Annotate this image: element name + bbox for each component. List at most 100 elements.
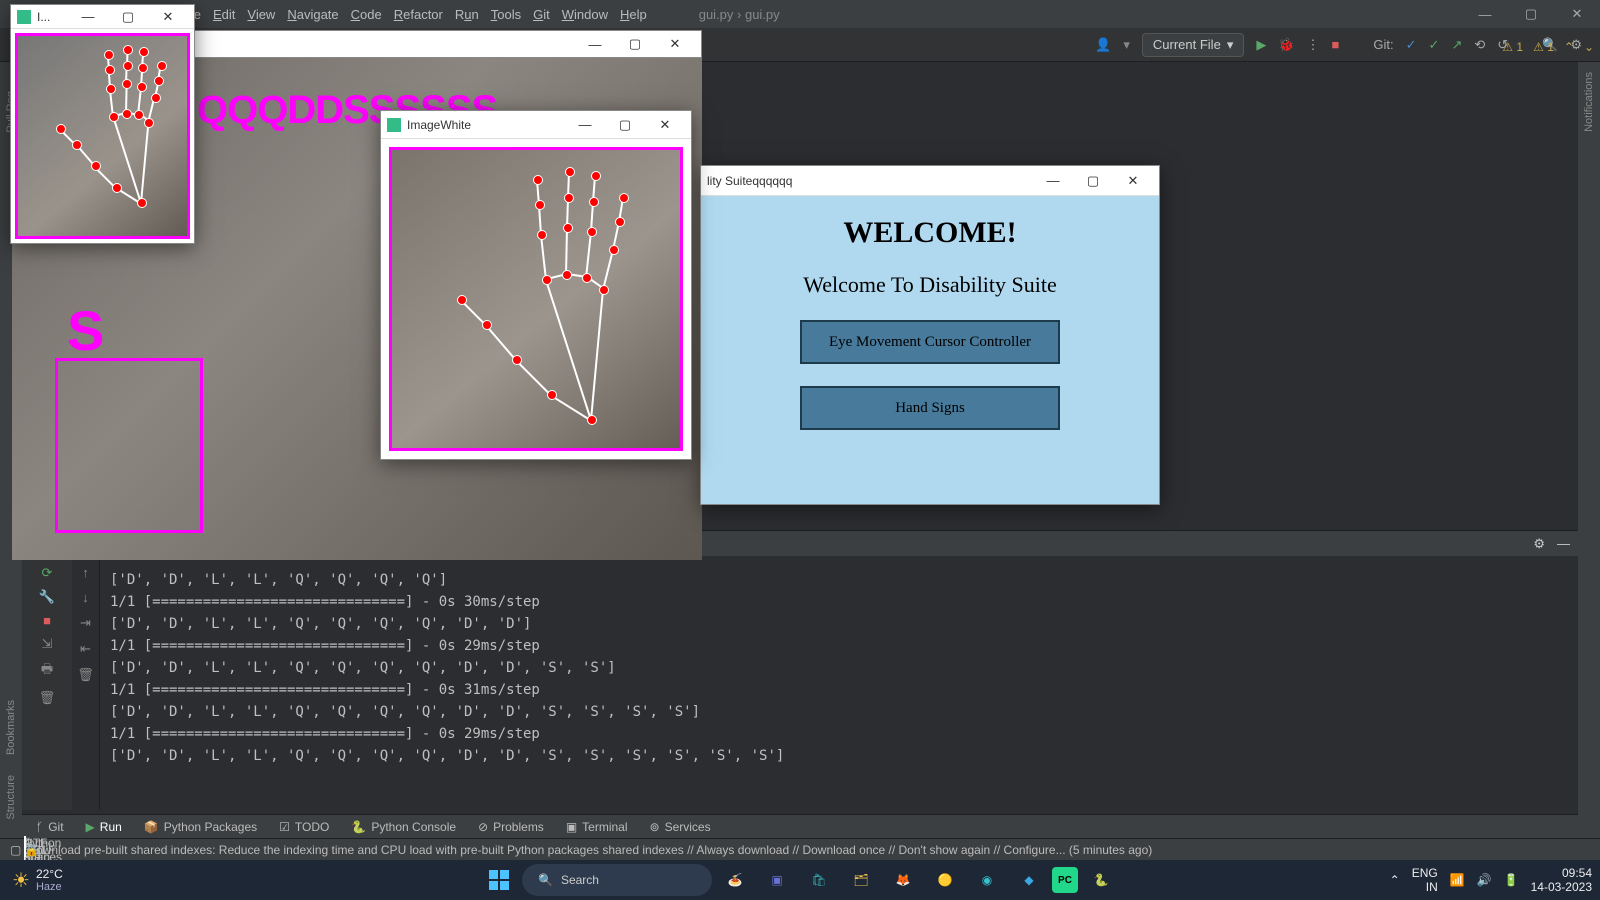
git-history-icon[interactable]: ⟲ bbox=[1474, 37, 1485, 53]
ide-max-button[interactable]: ▢ bbox=[1508, 0, 1554, 28]
tray-chevron-icon[interactable]: ⌃ bbox=[1390, 873, 1400, 887]
taskbar-app-chrome[interactable]: 🟡 bbox=[926, 861, 964, 899]
wrap-icon[interactable]: ⇥ bbox=[80, 615, 91, 631]
cvwh-image bbox=[389, 147, 683, 451]
tk-welcome-heading: WELCOME! bbox=[843, 216, 1016, 250]
scroll-icon[interactable]: ⇤ bbox=[80, 641, 91, 657]
bottom-tool-tabs: ᚶGit ▶Run 📦Python Packages ☑TODO 🐍Python Con… bbox=[22, 814, 1578, 838]
tk-max[interactable]: ▢ bbox=[1073, 173, 1113, 189]
notifications-sidebar[interactable]: Notifications bbox=[1578, 62, 1600, 142]
taskbar-app-1[interactable]: 🍝 bbox=[716, 861, 754, 899]
tooltab-git[interactable]: ᚶGit bbox=[36, 820, 64, 834]
taskbar-app-pycharm[interactable]: PC bbox=[1052, 867, 1078, 893]
git-update-icon[interactable]: ✓ bbox=[1429, 37, 1440, 53]
menu-tools[interactable]: Tools bbox=[491, 7, 521, 22]
rerun-icon[interactable]: ⟳ bbox=[42, 565, 53, 581]
taskbar-app-edge[interactable]: ◉ bbox=[968, 861, 1006, 899]
wrench-icon[interactable]: 🔧 bbox=[39, 589, 55, 605]
down-icon[interactable]: ↓ bbox=[82, 590, 89, 605]
run-button-icon[interactable]: ▶ bbox=[1256, 37, 1266, 53]
clear-icon[interactable]: 🗑 bbox=[77, 667, 94, 683]
cvsm-image bbox=[15, 33, 190, 239]
cvwh-max[interactable]: ▢ bbox=[605, 117, 645, 133]
tk-app-window[interactable]: lity Suiteqqqqqq — ▢ ✕ WELCOME! Welcome … bbox=[700, 165, 1160, 505]
menu-window[interactable]: Window bbox=[562, 7, 608, 22]
cvwh-close[interactable]: ✕ bbox=[645, 117, 685, 133]
console-output[interactable]: ['D', 'D', 'L', 'L', 'Q', 'Q', 'Q', 'Q']… bbox=[100, 531, 1578, 810]
tray-clock[interactable]: 09:54 14-03-2023 bbox=[1531, 866, 1592, 894]
run-gutter-secondary: ↑ ↓ ⇥ ⇤ 🗑 bbox=[72, 531, 100, 810]
trash-icon[interactable]: 🗑 bbox=[39, 690, 56, 706]
run-config-selector[interactable]: Current File▾ bbox=[1142, 33, 1244, 57]
chevron-up-icon[interactable]: ⌃ bbox=[1564, 40, 1574, 54]
taskbar-app-firefox[interactable]: 🦊 bbox=[884, 861, 922, 899]
search-placeholder: Search bbox=[561, 873, 599, 887]
tooltab-todo[interactable]: ☑TODO bbox=[279, 820, 329, 834]
volume-icon[interactable]: 🔊 bbox=[1477, 873, 1492, 887]
tooltab-problems[interactable]: ⊘Problems bbox=[478, 820, 544, 834]
wifi-icon[interactable]: 📶 bbox=[1450, 873, 1465, 887]
menu-git[interactable]: Git bbox=[533, 7, 550, 22]
weather-cond: Haze bbox=[36, 881, 63, 893]
menu-code[interactable]: Code bbox=[351, 7, 382, 22]
chevron-down-icon[interactable]: ⌄ bbox=[1584, 40, 1594, 54]
tray-lang1[interactable]: ENG bbox=[1412, 866, 1438, 880]
opencv-crop-window[interactable]: I... — ▢ ✕ bbox=[10, 4, 195, 244]
print-icon[interactable]: 🖶 bbox=[41, 660, 53, 682]
menu-view[interactable]: View bbox=[247, 7, 275, 22]
menu-refactor[interactable]: Refactor bbox=[394, 7, 443, 22]
cvbig-max[interactable]: ▢ bbox=[615, 36, 655, 52]
cvbig-close[interactable]: ✕ bbox=[655, 36, 695, 52]
debug-button-icon[interactable]: 🐞 bbox=[1278, 37, 1294, 53]
more-run-icon[interactable]: ⋮ bbox=[1307, 37, 1320, 53]
menu-help[interactable]: Help bbox=[620, 7, 647, 22]
window-icon bbox=[17, 10, 31, 24]
sidebar-structure[interactable]: Structure bbox=[5, 775, 17, 820]
cvsm-min[interactable]: — bbox=[68, 9, 108, 24]
run-settings-icon[interactable]: ⚙ bbox=[1533, 536, 1545, 552]
tooltab-run[interactable]: ▶Run bbox=[86, 820, 122, 834]
stop-icon[interactable]: ■ bbox=[43, 613, 51, 628]
user-icon[interactable]: 👤 bbox=[1095, 37, 1111, 53]
git-push-icon[interactable]: ↗ bbox=[1451, 37, 1462, 53]
warning-badge[interactable]: ⚠ 1 bbox=[1502, 40, 1523, 54]
cvbig-min[interactable]: — bbox=[575, 37, 615, 52]
taskbar-search[interactable]: 🔍 Search bbox=[522, 864, 712, 896]
ide-close-button[interactable]: ✕ bbox=[1554, 0, 1600, 28]
git-commit-icon[interactable]: ✓ bbox=[1406, 37, 1417, 53]
up-icon[interactable]: ↑ bbox=[82, 565, 89, 580]
menu-run[interactable]: Run bbox=[455, 7, 479, 22]
cvwh-min[interactable]: — bbox=[565, 117, 605, 132]
tooltab-terminal[interactable]: ▣Terminal bbox=[566, 820, 628, 834]
layout-icon[interactable]: ⇲ bbox=[42, 636, 53, 652]
status-message[interactable]: Download pre-built shared indexes: Reduc… bbox=[27, 843, 1152, 857]
tk-subheading: Welcome To Disability Suite bbox=[803, 272, 1057, 298]
breadcrumb: gui.py › gui.py bbox=[699, 7, 780, 22]
tooltab-python-console[interactable]: 🐍Python Console bbox=[351, 820, 456, 834]
tooltab-services[interactable]: ⊚Services bbox=[650, 820, 711, 834]
start-button[interactable] bbox=[480, 861, 518, 899]
sidebar-bookmarks[interactable]: Bookmarks bbox=[5, 700, 17, 755]
cvsm-close[interactable]: ✕ bbox=[148, 9, 188, 25]
warning-badge-2[interactable]: ⚠ 1 bbox=[1533, 40, 1554, 54]
tk-min[interactable]: — bbox=[1033, 173, 1073, 188]
taskbar-app-explorer[interactable]: 🗂 bbox=[842, 861, 880, 899]
cvsm-max[interactable]: ▢ bbox=[108, 9, 148, 25]
run-hide-icon[interactable]: — bbox=[1557, 536, 1570, 551]
taskbar-app-store[interactable]: 🛍 bbox=[800, 861, 838, 899]
taskbar-weather[interactable]: ☀ 22°C Haze bbox=[0, 867, 75, 893]
opencv-imagewhite-window[interactable]: ImageWhite — ▢ ✕ bbox=[380, 110, 692, 460]
battery-icon[interactable]: 🔋 bbox=[1504, 873, 1519, 887]
menu-navigate[interactable]: Navigate bbox=[287, 7, 338, 22]
taskbar-app-vscode[interactable]: ◆ bbox=[1010, 861, 1048, 899]
tooltab-python-packages[interactable]: 📦Python Packages bbox=[144, 820, 257, 834]
ide-min-button[interactable]: — bbox=[1462, 0, 1508, 28]
cvsm-title: I... bbox=[37, 10, 68, 24]
eye-movement-button[interactable]: Eye Movement Cursor Controller bbox=[800, 320, 1060, 364]
tk-close[interactable]: ✕ bbox=[1113, 173, 1153, 189]
stop-button-icon[interactable]: ■ bbox=[1332, 37, 1340, 52]
taskbar-app-teams[interactable]: ▣ bbox=[758, 861, 796, 899]
taskbar-app-python[interactable]: 🐍 bbox=[1082, 861, 1120, 899]
hand-signs-button[interactable]: Hand Signs bbox=[800, 386, 1060, 430]
menu-edit[interactable]: Edit bbox=[213, 7, 235, 22]
